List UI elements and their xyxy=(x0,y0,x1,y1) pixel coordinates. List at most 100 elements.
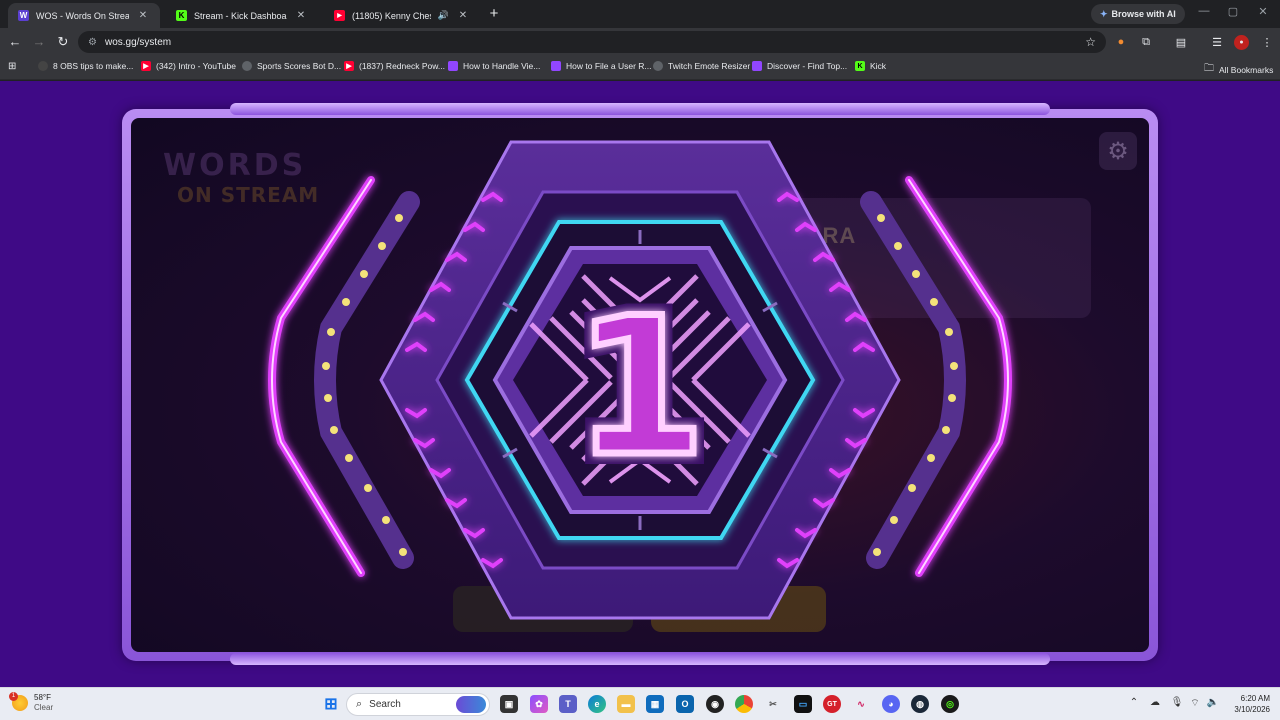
search-label: Search xyxy=(369,699,401,710)
site-info-icon[interactable]: ⚙ xyxy=(88,37,97,48)
profile-avatar-icon[interactable]: ● xyxy=(1234,35,1249,50)
bookmark-label: Sports Scores Bot D... xyxy=(257,61,342,71)
twitch-icon xyxy=(448,61,458,71)
bookmark-label: (342) Intro - YouTube xyxy=(156,61,237,71)
forward-icon[interactable]: → xyxy=(31,34,47,50)
back-icon[interactable]: ← xyxy=(7,34,23,50)
bookmark-star-icon[interactable]: ☆ xyxy=(1085,35,1096,49)
globe-icon xyxy=(653,61,663,71)
frame-top-bar xyxy=(230,103,1050,115)
tab-title: WOS - Words On Stream xyxy=(36,10,129,21)
menu-more-icon[interactable]: ⋮ xyxy=(1260,35,1274,49)
bookmark-label: (1837) Redneck Pow... xyxy=(359,61,445,71)
green-app-icon[interactable]: ◎ xyxy=(941,695,959,713)
obs-taskbar-icon[interactable]: ◉ xyxy=(706,695,724,713)
bookmark-item[interactable]: Discover - Find Top... xyxy=(752,61,847,71)
teams-icon[interactable]: T xyxy=(559,695,577,713)
apps-grid-icon[interactable]: ⊞ xyxy=(8,61,16,72)
bookmark-item[interactable]: How to File a User R... xyxy=(551,61,652,71)
steam-icon[interactable]: ◍ xyxy=(911,695,929,713)
all-bookmarks-label: All Bookmarks xyxy=(1219,64,1274,75)
windows-taskbar: 1 58°F Clear ⊞ ⌕ Search ▣ ✿ T e ▬ ▦ O ◉ … xyxy=(0,687,1280,720)
taskbar-search[interactable]: ⌕ Search xyxy=(346,693,490,716)
tab-youtube[interactable]: ▶ (11805) Kenny Chesney - Al 🔊 ✕ xyxy=(324,3,480,28)
kick-favicon-icon: K xyxy=(176,10,187,21)
notification-badge: 1 xyxy=(9,692,18,701)
kick-icon: K xyxy=(855,61,865,71)
maximize-icon[interactable]: ▢ xyxy=(1226,5,1240,18)
close-tab-icon[interactable]: ✕ xyxy=(456,10,470,21)
microphone-icon[interactable]: 🎙 xyxy=(1170,697,1184,708)
bookmark-item[interactable]: ▶ (342) Intro - YouTube xyxy=(141,61,236,71)
globe-icon xyxy=(242,61,252,71)
search-icon: ⌕ xyxy=(356,698,363,710)
search-highlight-art xyxy=(456,696,486,713)
tab-strip: W WOS - Words On Stream ✕ K Stream - Kic… xyxy=(0,0,1280,28)
volume-icon[interactable]: 🔈 xyxy=(1206,697,1220,708)
game-page: WORDS ON STREAM ⚙ GL AL RA xyxy=(0,81,1280,687)
audio-playing-icon[interactable]: 🔊 xyxy=(438,10,449,21)
bookmark-item[interactable]: ▶ (1837) Redneck Pow... xyxy=(344,61,445,71)
bookmark-item[interactable]: Sports Scores Bot D... xyxy=(242,61,341,71)
obs-icon xyxy=(38,61,48,71)
browse-with-ai-button[interactable]: ✦ Browse with AI xyxy=(1091,4,1185,24)
extension-fire-icon[interactable]: ● xyxy=(1114,35,1128,49)
all-bookmarks-button[interactable]: 🗀 All Bookmarks xyxy=(1204,61,1273,78)
youtube-favicon-icon: ▶ xyxy=(334,10,345,21)
address-bar[interactable]: ⚙ wos.gg/system ☆ xyxy=(78,31,1106,53)
onedrive-icon[interactable]: ☁ xyxy=(1148,697,1162,708)
bookmark-item[interactable]: K Kick xyxy=(855,61,886,71)
bookmark-item[interactable]: How to Handle Vie... xyxy=(448,61,540,71)
bookmark-label: Kick xyxy=(870,61,887,71)
close-tab-icon[interactable]: ✕ xyxy=(294,10,308,21)
bookmark-item[interactable]: 8 OBS tips to make... xyxy=(38,61,133,71)
clock-date: 3/10/2026 xyxy=(1234,705,1270,714)
folder-icon: 🗀 xyxy=(1204,63,1214,74)
reading-list-icon[interactable]: ☰ xyxy=(1210,35,1224,49)
gt3-app-icon[interactable]: GT xyxy=(823,695,841,713)
bookmark-label: How to Handle Vie... xyxy=(463,61,541,71)
clock-time: 6:20 AM xyxy=(1240,694,1270,703)
side-panel-icon[interactable]: ▤ xyxy=(1174,35,1188,49)
new-tab-button[interactable]: + xyxy=(486,5,502,22)
terminal-icon[interactable]: ▭ xyxy=(794,695,812,713)
sunny-weather-icon: 1 xyxy=(9,692,28,711)
copilot-icon[interactable]: ✿ xyxy=(530,695,548,713)
tab-kick-dashboard[interactable]: K Stream - Kick Dashboard ✕ xyxy=(166,3,318,28)
url-text: wos.gg/system xyxy=(104,36,172,48)
close-tab-icon[interactable]: ✕ xyxy=(136,10,150,21)
chrome-icon[interactable] xyxy=(735,695,753,713)
bookmark-label: Twitch Emote Resizer xyxy=(668,61,751,71)
minimize-icon[interactable]: — xyxy=(1197,5,1211,17)
tab-wos[interactable]: W WOS - Words On Stream ✕ xyxy=(8,3,160,28)
wifi-icon[interactable]: ⌔ xyxy=(1188,697,1202,710)
bookmark-label: 8 OBS tips to make... xyxy=(53,61,134,71)
activity-app-icon[interactable]: ∿ xyxy=(852,695,870,713)
weather-text: 58°F Clear xyxy=(34,693,53,713)
reload-icon[interactable]: ↻ xyxy=(55,34,71,50)
store-icon[interactable]: ▦ xyxy=(646,695,664,713)
weather-temperature: 58°F xyxy=(34,693,51,702)
sparkle-icon: ✦ xyxy=(1100,8,1108,19)
task-view-icon[interactable]: ▣ xyxy=(500,695,518,713)
bookmarks-bar: ⊞ 8 OBS tips to make... ▶ (342) Intro - … xyxy=(0,56,1280,80)
twitch-icon xyxy=(551,61,561,71)
tab-title: Stream - Kick Dashboard xyxy=(194,10,287,21)
extensions-puzzle-icon[interactable]: ⧉ xyxy=(1139,35,1153,49)
weather-widget[interactable]: 1 58°F Clear xyxy=(9,692,53,713)
game-screen: WORDS ON STREAM ⚙ GL AL RA xyxy=(131,118,1149,652)
bookmark-label: How to File a User R... xyxy=(566,61,652,71)
discord-icon[interactable]: ◕ xyxy=(882,695,900,713)
taskbar-clock[interactable]: 6:20 AM 3/10/2026 xyxy=(1226,693,1270,715)
snipping-tool-icon[interactable]: ✂ xyxy=(764,695,782,713)
tray-overflow-icon[interactable]: ⌃ xyxy=(1127,697,1141,708)
browse-with-ai-label: Browse with AI xyxy=(1111,9,1176,19)
bookmark-item[interactable]: Twitch Emote Resizer xyxy=(653,61,750,71)
outlook-icon[interactable]: O xyxy=(676,695,694,713)
edge-icon[interactable]: e xyxy=(588,695,606,713)
twitch-icon xyxy=(752,61,762,71)
game-frame: WORDS ON STREAM ⚙ GL AL RA xyxy=(122,109,1158,661)
file-explorer-icon[interactable]: ▬ xyxy=(617,695,635,713)
close-window-icon[interactable]: ✕ xyxy=(1256,5,1270,18)
windows-start-icon[interactable]: ⊞ xyxy=(322,695,340,713)
